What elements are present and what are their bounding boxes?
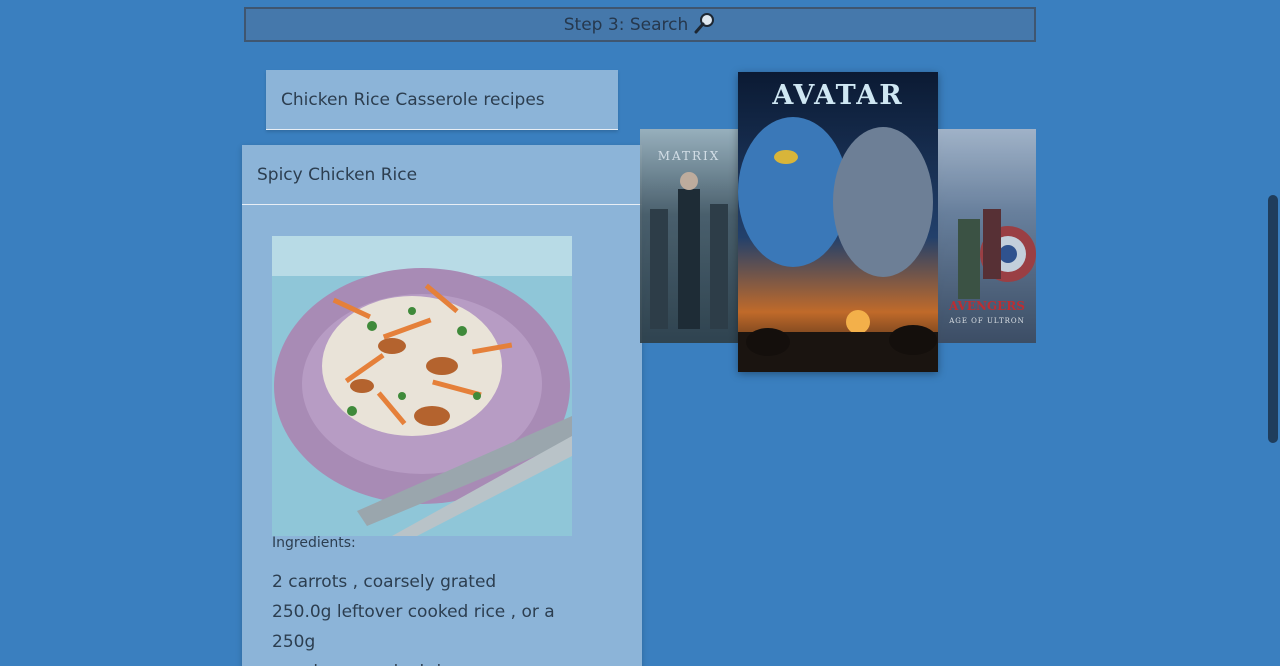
recipes-heading: Chicken Rice Casserole recipes <box>266 70 618 130</box>
ingredient-item: pouch pre-cooked rice <box>272 657 602 666</box>
ingredients-list: 2 carrots , coarsely grated 250.0g lefto… <box>272 567 602 666</box>
recipe-image <box>272 236 572 536</box>
magnifier-icon <box>694 12 716 34</box>
recipe-name: Spicy Chicken Rice <box>257 164 418 185</box>
ingredient-item: 250.0g leftover cooked rice , or a 250g <box>272 602 555 652</box>
movie-poster-avengers[interactable]: AVENGERS AGE OF ULTRON <box>938 129 1036 343</box>
search-button[interactable]: Step 3: Search <box>244 7 1036 42</box>
avengers-title: AVENGERS <box>949 299 1025 313</box>
ingredients-label: Ingredients: <box>272 535 356 551</box>
recipes-heading-text: Chicken Rice Casserole recipes <box>281 89 545 110</box>
avatar-title: AVATAR <box>772 80 904 111</box>
page: Step 3: Search Chicken Rice Casserole re… <box>0 0 1280 666</box>
ingredient-item: 2 carrots , coarsely grated <box>272 572 497 592</box>
movie-poster-matrix[interactable]: MATRIX <box>640 129 738 343</box>
avengers-subtitle: AGE OF ULTRON <box>949 317 1025 325</box>
recipe-card-header: Spicy Chicken Rice <box>242 145 642 205</box>
search-label: Step 3: Search <box>563 14 689 35</box>
scrollbar-thumb[interactable] <box>1268 195 1278 443</box>
recipe-card[interactable]: Spicy Chicken Rice Ingredients: 2 carrot… <box>242 145 642 666</box>
movie-poster-avatar[interactable]: AVATAR <box>738 72 938 372</box>
